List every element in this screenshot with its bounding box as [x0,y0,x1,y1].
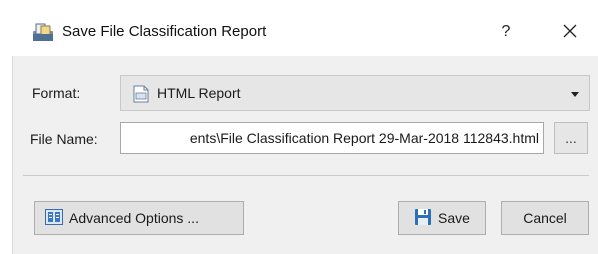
format-dropdown[interactable]: HTML Report [120,75,590,111]
format-selected-value: HTML Report [157,85,241,101]
save-report-dialog: Save File Classification Report ? Format… [0,0,598,254]
dialog-title: Save File Classification Report [62,23,267,40]
html-document-icon [133,85,149,103]
dialog-body: Format: HTML Report File Name: ents\File… [12,56,598,254]
browse-button[interactable]: ... [554,122,588,154]
advanced-options-label: Advanced Options ... [69,210,199,226]
cancel-button[interactable]: Cancel [501,201,589,235]
advanced-options-button[interactable]: Advanced Options ... [34,201,244,235]
options-icon [45,208,63,228]
close-button[interactable] [550,14,590,50]
filename-value: ents\File Classification Report 29-Mar-2… [189,130,539,146]
divider [23,175,589,176]
save-label: Save [438,210,470,226]
filename-input[interactable]: ents\File Classification Report 29-Mar-2… [120,122,544,154]
chevron-down-icon [571,92,579,97]
close-icon [563,24,577,41]
format-label: Format: [32,85,81,101]
title-bar: Save File Classification Report ? [0,0,598,56]
save-button[interactable]: Save [398,201,486,235]
floppy-disk-icon [414,208,432,229]
filename-label: File Name: [30,131,98,147]
help-button[interactable]: ? [486,14,526,50]
report-app-icon [32,22,54,42]
